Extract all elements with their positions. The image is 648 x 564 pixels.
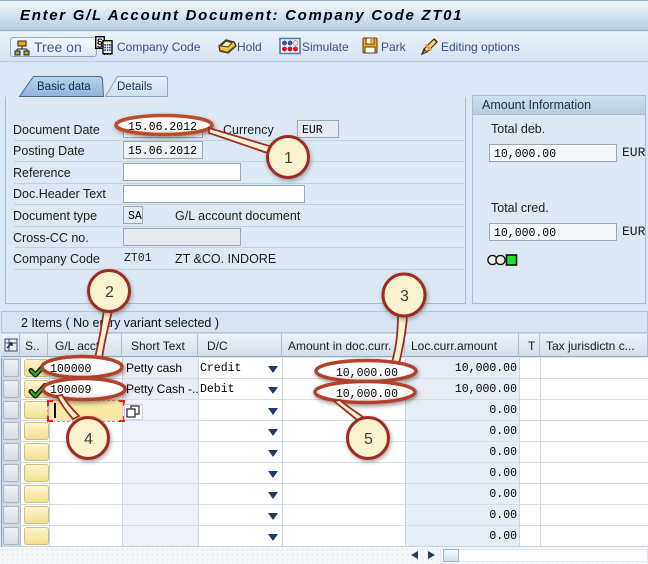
svg-text:Details: Details <box>117 81 152 93</box>
svg-text:Basic data: Basic data <box>37 81 91 93</box>
svg-text:§: § <box>97 37 103 49</box>
